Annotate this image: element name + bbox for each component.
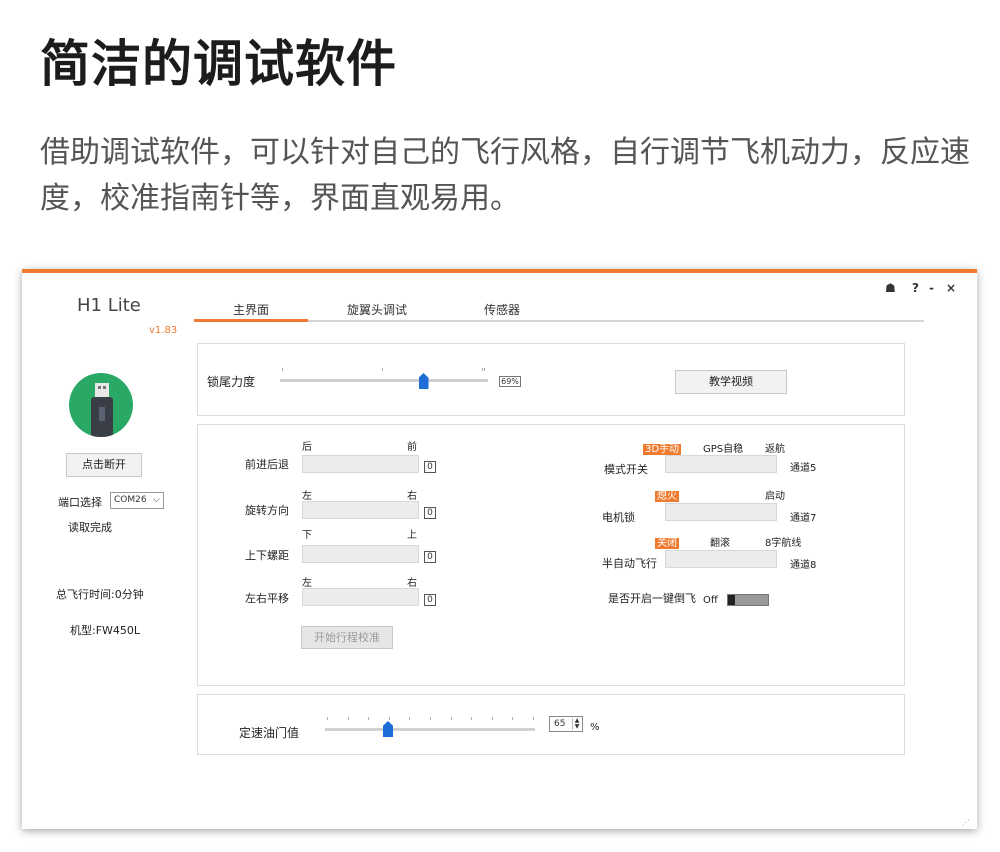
controls-panel: 后 前 前进后退 0 左 右 旋转方向 0 下 上 上下螺距 0 左 右 左右平… [197,424,905,686]
stick-left-label: 左 [302,491,312,502]
throttle-panel: 定速油门值 65 ▲ ▼ % [197,694,905,755]
port-select[interactable]: COM26 ⌵ [110,492,164,509]
slider-tick [409,717,411,720]
tail-lock-label: 锁尾力度 [207,375,256,389]
help-button[interactable]: ? [912,281,919,295]
channel-option[interactable]: 3D手动 [643,440,682,455]
stick-left-label: 后 [302,442,312,453]
resize-grip-icon[interactable]: ⋰ [962,818,970,827]
channel-label-motor-lock: 电机锁 [602,511,635,524]
stick-bar-forward-back [302,455,419,473]
model-label: 机型:FW450L [70,624,141,637]
stick-left-label: 下 [302,530,312,541]
channel-bar-motor-lock [665,503,777,521]
tab-active-indicator [194,319,308,322]
page-title: 简洁的调试软件 [40,35,397,93]
close-button[interactable]: × [946,281,956,295]
inverted-flight-state: Off [703,595,718,606]
app-version: v1.83 [149,325,178,336]
stick-label-lateral: 左右平移 [245,592,289,605]
slider-tick [533,717,534,720]
chevron-down-icon: ⌵ [153,495,160,505]
inverted-flight-toggle[interactable] [727,594,769,606]
throttle-unit: % [590,722,600,733]
stick-left-label: 左 [302,578,312,589]
port-label: 端口选择 [58,496,102,509]
channel-option[interactable]: 关闭 [655,534,679,549]
channel-option[interactable]: 启动 [765,487,785,502]
stick-label-rotation: 旋转方向 [245,504,289,517]
slider-tick [282,368,283,371]
channel-label-mode: 模式开关 [604,463,648,476]
slider-tick [327,717,328,720]
usb-device-icon [69,373,133,437]
page-description: 借助调试软件，可以针对自己的飞行风格，自行调节飞机动力，反应速度，校准指南针等，… [40,135,970,216]
spin-arrows-icon[interactable]: ▲ ▼ [572,718,581,730]
channel-number: 通道8 [790,560,817,571]
tab-sensors[interactable]: 传感器 [462,301,542,318]
tail-lock-slider-thumb[interactable] [418,373,429,389]
throttle-label: 定速油门值 [239,726,300,740]
channel-option[interactable]: 翻滚 [710,534,730,549]
channel-option[interactable]: 返航 [765,440,785,455]
throttle-value-input[interactable]: 65 ▲ ▼ [549,716,583,732]
slider-tick [482,368,483,371]
channel-bar-semi-auto [665,550,777,568]
slider-tick [471,717,473,720]
throttle-slider-track[interactable] [325,728,535,731]
slider-tick [484,368,485,371]
toggle-knob [728,595,735,605]
read-status: 读取完成 [68,521,112,534]
tail-lock-slider-track[interactable] [280,379,488,382]
tab-main[interactable]: 主界面 [194,301,308,318]
throttle-slider-thumb[interactable] [383,721,393,737]
tab-rotor-head[interactable]: 旋翼头调试 [322,301,432,318]
throttle-value: 65 [554,719,566,729]
channel-number: 通道7 [790,513,817,524]
stick-value-rotation: 0 [424,507,436,519]
stick-value-lateral: 0 [424,594,436,606]
app-window: ☗ ? - × H1 Lite v1.83 点击断开 端口选择 COM26 ⌵ … [22,269,977,829]
channel-option[interactable]: GPS自稳 [703,440,743,455]
skin-icon[interactable]: ☗ [885,281,896,295]
slider-tick [430,717,431,720]
port-select-value: COM26 [114,495,147,505]
stick-right-label: 右 [407,491,417,502]
slider-tick [368,717,370,720]
stick-right-label: 上 [407,530,417,541]
slider-tick [388,717,390,720]
minimize-button[interactable]: - [929,281,934,295]
stick-value-forward-back: 0 [424,461,436,473]
inverted-flight-label: 是否开启一键倒飞 [608,592,696,605]
app-title: H1 Lite [77,295,141,316]
channel-option[interactable]: 熄火 [655,487,679,502]
slider-tick [382,368,383,371]
stick-label-pitch: 上下螺距 [245,549,289,562]
stick-bar-rotation [302,501,419,519]
slider-tick [491,717,493,720]
stick-value-pitch: 0 [424,551,436,563]
channel-option[interactable]: 8字航线 [765,534,801,549]
stick-right-label: 前 [407,442,417,453]
slider-tick [450,717,452,720]
slider-tick [512,717,514,720]
channel-label-semi-auto: 半自动飞行 [602,557,657,570]
slider-tick [347,717,349,720]
stick-right-label: 右 [407,578,417,589]
channel-bar-mode [665,455,777,473]
disconnect-button[interactable]: 点击断开 [66,453,142,477]
channel-number: 通道5 [790,463,817,474]
tail-lock-value: 69% [499,376,521,387]
tutorial-video-button[interactable]: 教学视频 [675,370,787,394]
stick-bar-lateral [302,588,419,606]
stick-bar-pitch [302,545,419,563]
stick-label-forward-back: 前进后退 [245,458,289,471]
tail-lock-panel: 锁尾力度 69% 教学视频 [197,343,905,416]
start-calibration-button[interactable]: 开始行程校准 [301,626,393,649]
flight-time: 总飞行时间:0分钟 [56,588,144,601]
